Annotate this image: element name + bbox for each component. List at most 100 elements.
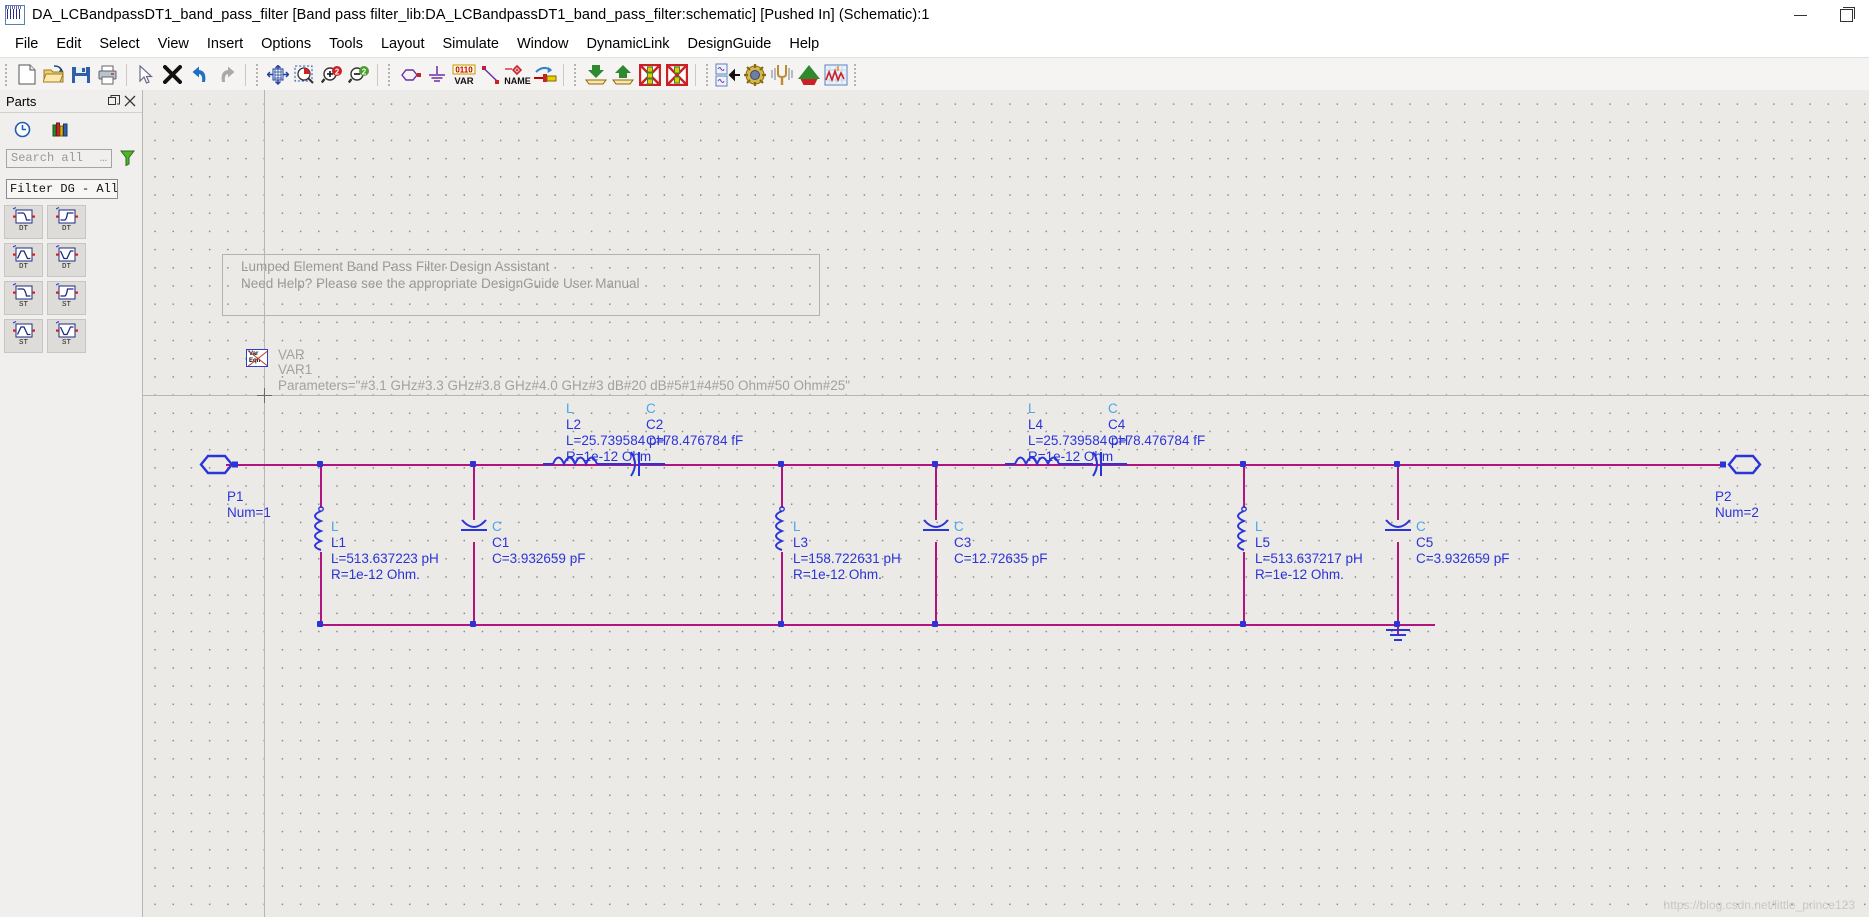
minimize-button[interactable] — [1777, 0, 1823, 30]
port-p2-symbol[interactable] — [1720, 453, 1762, 477]
wire-c3-bottom[interactable] — [935, 542, 937, 625]
save-floppy-icon[interactable] — [67, 61, 94, 88]
wire-l5-top[interactable] — [1243, 464, 1245, 508]
port-symbol-icon[interactable] — [396, 61, 423, 88]
wire-l3-top[interactable] — [781, 464, 783, 508]
var-eqn-icon[interactable]: VarEqn — [246, 349, 268, 367]
toolbar-grip[interactable] — [852, 63, 859, 86]
component-library-icon[interactable] — [714, 61, 741, 88]
origin-axis-vertical — [264, 90, 265, 917]
wire-top-rail[interactable] — [226, 464, 1536, 466]
data-display-icon[interactable] — [822, 61, 849, 88]
var-equation-icon[interactable]: 0110 VAR — [450, 61, 477, 88]
wire-top-rail-right[interactable] — [1536, 464, 1720, 466]
menu-layout[interactable]: Layout — [372, 32, 434, 56]
zoom-fit-icon[interactable] — [264, 61, 291, 88]
part-item-highpass-st[interactable]: ST — [47, 281, 86, 315]
deactivate-component-icon[interactable] — [636, 61, 663, 88]
print-icon[interactable] — [94, 61, 121, 88]
parts-panel-tabs — [0, 113, 142, 145]
wire-c3-top[interactable] — [935, 464, 937, 520]
part-item-bandstop-st[interactable]: ST — [47, 319, 86, 353]
inductor-l1-symbol[interactable] — [313, 506, 329, 554]
capacitor-c3-symbol[interactable] — [921, 515, 951, 545]
menu-simulate[interactable]: Simulate — [434, 32, 508, 56]
cursor-arrow-icon[interactable] — [132, 61, 159, 88]
activate-component-icon[interactable] — [663, 61, 690, 88]
c1-value-label: C=3.932659 pF — [492, 551, 586, 566]
part-item-highpass-dt[interactable]: DT — [47, 205, 86, 239]
menu-view[interactable]: View — [149, 32, 198, 56]
delete-x-icon[interactable] — [159, 61, 186, 88]
funnel-filter-icon[interactable] — [118, 149, 136, 167]
pop-out-icon[interactable] — [609, 61, 636, 88]
redo-arrow-icon[interactable] — [213, 61, 240, 88]
part-item-bandpass-dt[interactable]: DT — [4, 243, 43, 277]
zoom-area-icon[interactable] — [291, 61, 318, 88]
wire-bottom-rail[interactable] — [318, 624, 1435, 626]
part-label: DT — [18, 263, 28, 271]
menu-select[interactable]: Select — [90, 32, 148, 56]
library-books-icon[interactable] — [50, 119, 70, 139]
zoom-in-icon[interactable]: 2 — [318, 61, 345, 88]
push-into-icon[interactable] — [582, 61, 609, 88]
tuning-fork-icon[interactable] — [768, 61, 795, 88]
restore-panel-icon[interactable] — [106, 93, 122, 109]
toolbar-grip[interactable] — [3, 63, 10, 86]
history-clock-icon[interactable] — [12, 119, 32, 139]
wire-c1-top[interactable] — [473, 464, 475, 520]
wire-c1-bottom[interactable] — [473, 542, 475, 625]
designguide-note-box[interactable]: Lumped Element Band Pass Filter Design A… — [222, 254, 820, 316]
wire-l3-bottom[interactable] — [781, 552, 783, 625]
close-icon[interactable] — [122, 93, 138, 109]
part-item-bandstop-dt[interactable]: DT — [47, 243, 86, 277]
toolbar-grip[interactable] — [386, 63, 393, 86]
menu-dynamiclink[interactable]: DynamicLink — [578, 32, 679, 56]
wire-c5-top[interactable] — [1397, 464, 1399, 520]
ground-symbol-icon[interactable] — [1383, 628, 1413, 648]
svg-text:0110: 0110 — [455, 65, 473, 74]
menu-options[interactable]: Options — [252, 32, 320, 56]
svg-text:VAR: VAR — [454, 76, 473, 86]
filter-select[interactable]: Filter DG - All — [6, 179, 118, 199]
menu-file[interactable]: File — [6, 32, 47, 56]
new-document-icon[interactable] — [13, 61, 40, 88]
parts-panel-header: Parts — [0, 90, 142, 113]
part-item-lowpass-dt[interactable]: DT — [4, 205, 43, 239]
menu-designguide[interactable]: DesignGuide — [679, 32, 781, 56]
menu-help[interactable]: Help — [780, 32, 828, 56]
capacitor-c5-symbol[interactable] — [1383, 515, 1413, 545]
open-folder-icon[interactable] — [40, 61, 67, 88]
ground-symbol-icon[interactable] — [423, 61, 450, 88]
menu-insert[interactable]: Insert — [198, 32, 252, 56]
inductor-l5-symbol[interactable] — [1236, 506, 1252, 554]
toolbar-grip[interactable] — [572, 63, 579, 86]
toolbar-grip[interactable] — [254, 63, 261, 86]
wire-name-icon[interactable]: NAME — [504, 61, 531, 88]
port-p1-symbol[interactable] — [199, 453, 241, 477]
l3-value-label: L=158.722631 pH — [793, 551, 901, 566]
menu-window[interactable]: Window — [508, 32, 578, 56]
toolbar-separator — [245, 63, 246, 86]
node-dot — [1394, 461, 1400, 467]
inductor-l3-symbol[interactable] — [774, 506, 790, 554]
capacitor-c1-symbol[interactable] — [459, 515, 489, 545]
wire-l5-bottom[interactable] — [1243, 552, 1245, 625]
pin-connect-icon[interactable] — [531, 61, 558, 88]
menu-edit[interactable]: Edit — [47, 32, 90, 56]
wire-l1-bottom[interactable] — [320, 552, 322, 625]
part-item-bandpass-st[interactable]: ST — [4, 319, 43, 353]
part-item-lowpass-st[interactable]: ST — [4, 281, 43, 315]
menu-tools[interactable]: Tools — [320, 32, 372, 56]
optimization-gear-icon[interactable] — [741, 61, 768, 88]
wire-l1-top[interactable] — [320, 464, 322, 508]
maximize-button[interactable] — [1823, 0, 1869, 30]
toolbar-grip[interactable] — [704, 63, 711, 86]
search-input[interactable]: Search all … — [6, 148, 112, 168]
search-ellipsis[interactable]: … — [100, 151, 107, 165]
zoom-out-icon[interactable]: 2 — [345, 61, 372, 88]
schematic-canvas[interactable]: Lumped Element Band Pass Filter Design A… — [143, 90, 1869, 917]
wire-icon[interactable] — [477, 61, 504, 88]
simulate-arrow-icon[interactable] — [795, 61, 822, 88]
undo-arrow-icon[interactable] — [186, 61, 213, 88]
